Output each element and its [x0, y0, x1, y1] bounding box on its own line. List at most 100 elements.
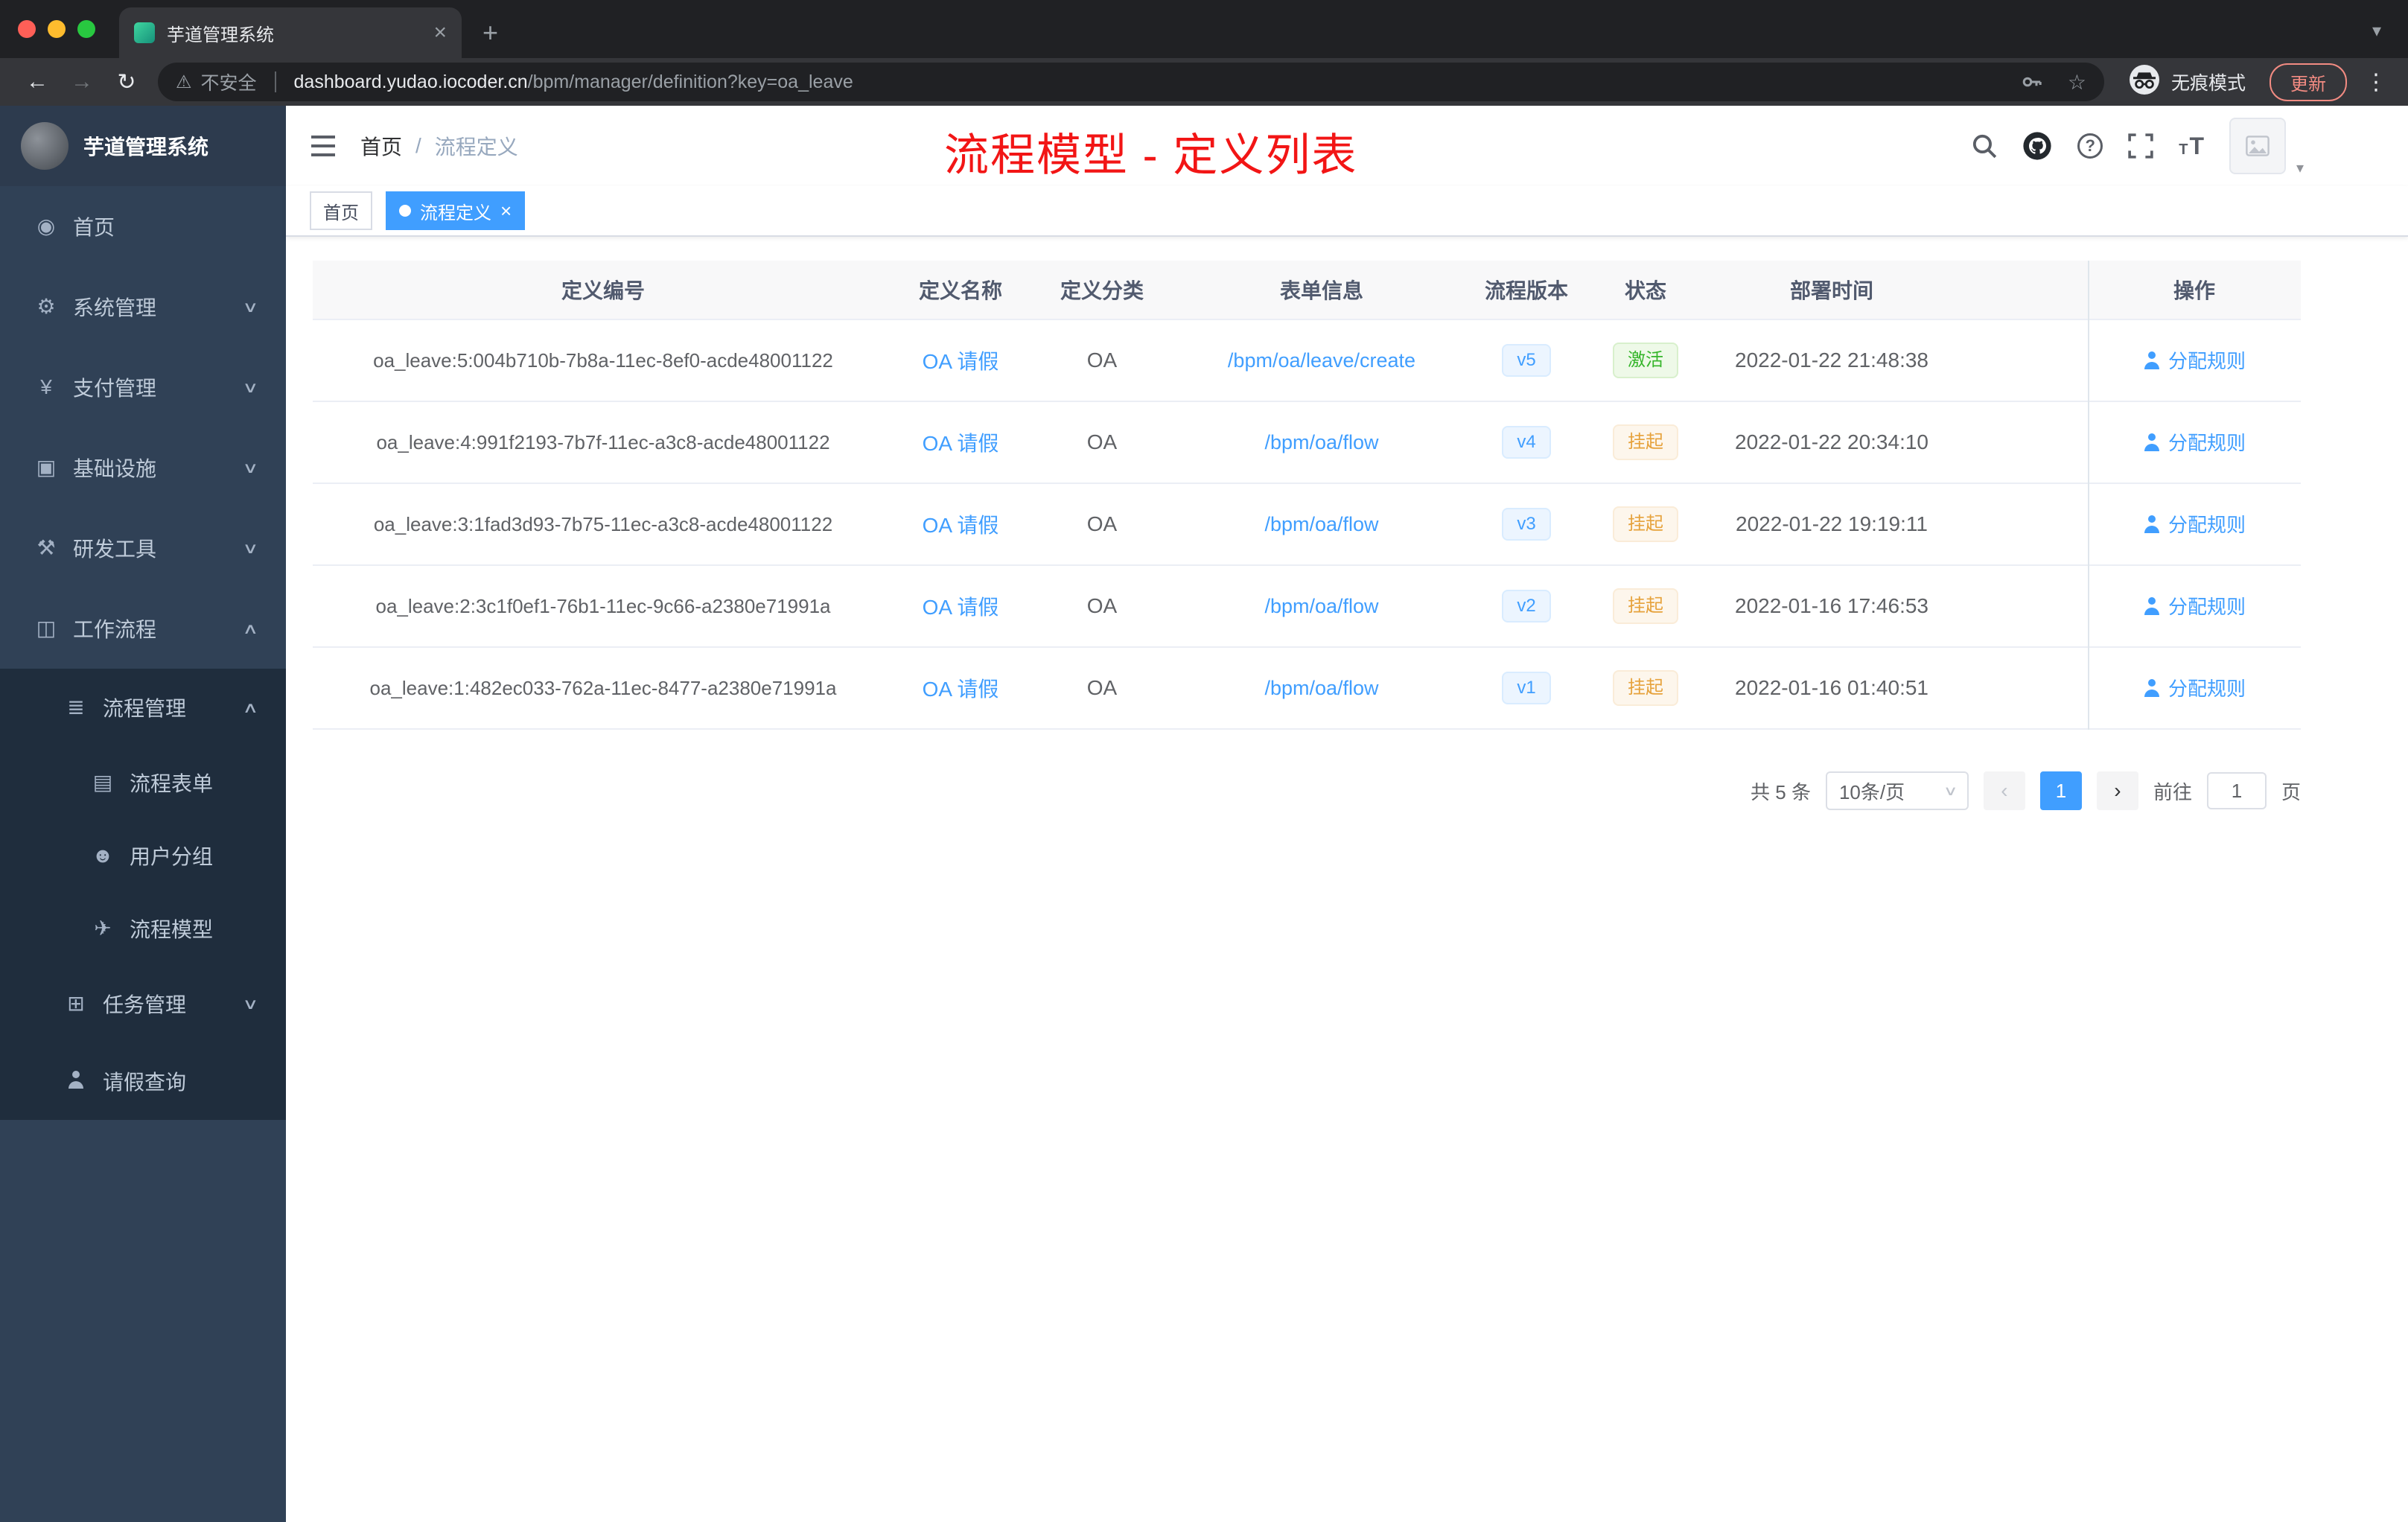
browser-tab[interactable]: 芋道管理系统 ×: [119, 7, 462, 58]
form-link[interactable]: /bpm/oa/flow: [1264, 431, 1378, 453]
assign-rule-link[interactable]: 分配规则: [2143, 592, 2246, 620]
form-link[interactable]: /bpm/oa/flow: [1264, 595, 1378, 617]
definition-name-link[interactable]: OA 请假: [923, 514, 999, 537]
reload-button[interactable]: ↻: [107, 69, 146, 95]
table-row: oa_leave:3:1fad3d93-7b75-11ec-a3c8-acde4…: [313, 484, 2301, 566]
tab-search-caret-icon[interactable]: ▾: [2372, 20, 2381, 42]
breadcrumb-separator: /: [415, 134, 421, 157]
help-icon[interactable]: ?: [2077, 133, 2103, 159]
new-tab-button[interactable]: +: [482, 19, 498, 46]
font-size-icon[interactable]: TT: [2179, 133, 2204, 160]
form-link[interactable]: /bpm/oa/flow: [1264, 677, 1378, 699]
col-definition-name: 定义名称: [918, 279, 1002, 302]
window-zoom-button[interactable]: [77, 20, 95, 38]
page-unit-label: 页: [2281, 780, 2301, 803]
page-size-select[interactable]: 10条/页 ∨: [1825, 771, 1969, 810]
definition-name-link[interactable]: OA 请假: [923, 350, 999, 373]
status-badge: 挂起: [1613, 506, 1678, 542]
page-content: 定义编号 定义名称 定义分类 表单信息 流程版本 状态 部署时间 操作 oa_l…: [286, 237, 2408, 810]
sidebar-item-process-form[interactable]: ▤ 流程表单: [0, 746, 286, 819]
fullscreen-icon[interactable]: [2128, 133, 2153, 159]
deploy-time-cell: 2022-01-22 20:34:10: [1735, 430, 1928, 453]
github-icon[interactable]: [2022, 131, 2052, 161]
update-button[interactable]: 更新: [2270, 63, 2347, 101]
table-header: 定义编号 定义名称 定义分类 表单信息 流程版本 状态 部署时间 操作: [313, 261, 2301, 320]
page-size-value: 10条/页: [1838, 780, 1905, 803]
deploy-time-cell: 2022-01-16 17:46:53: [1735, 594, 1928, 617]
form-icon: ▤: [92, 771, 113, 794]
active-dot: [399, 205, 411, 217]
prev-page-button[interactable]: ‹: [1983, 771, 2025, 810]
browser-menu-icon[interactable]: ⋮: [2365, 69, 2387, 95]
sidebar-item-process-model[interactable]: ✈ 流程模型: [0, 892, 286, 965]
version-badge: v1: [1502, 672, 1551, 704]
chevron-down-icon: ∨: [242, 459, 259, 477]
deploy-time-cell: 2022-01-22 19:19:11: [1736, 512, 1928, 535]
paper-plane-icon: ✈: [94, 917, 112, 940]
avatar[interactable]: ▾: [2229, 118, 2304, 176]
logo-avatar: [21, 122, 69, 170]
page-1-button[interactable]: 1: [2039, 771, 2082, 810]
user-group-icon: ☻: [92, 844, 114, 867]
category-cell: OA: [1086, 594, 1118, 617]
assign-rule-link[interactable]: 分配规则: [2143, 674, 2246, 701]
chevron-down-icon: ∨: [242, 540, 259, 557]
sidebar: 芋道管理系统 ◉ 首页 ⚙ 系统管理 ∨ ¥ 支付管理 ∨ ▣ 基础设施 ∨ ⚒…: [0, 106, 286, 1522]
col-action: 操作: [2173, 279, 2215, 302]
sidebar-item-task-management[interactable]: ⊞ 任务管理 ∨: [0, 965, 286, 1042]
category-cell: OA: [1086, 430, 1118, 453]
definition-id-cell: oa_leave:2:3c1f0ef1-76b1-11ec-9c66-a2380…: [375, 594, 831, 617]
sidebar-item-label: 基础设施: [73, 457, 157, 480]
app-logo[interactable]: 芋道管理系统: [0, 106, 286, 186]
sidebar-item-label: 支付管理: [73, 377, 157, 400]
table-row: oa_leave:1:482ec033-762a-11ec-8477-a2380…: [313, 648, 2301, 730]
sidebar-item-label: 研发工具: [73, 538, 157, 561]
definition-name-link[interactable]: OA 请假: [923, 432, 999, 455]
bookmark-star-icon[interactable]: ☆: [2068, 70, 2086, 95]
sidebar-item-system-management[interactable]: ⚙ 系统管理 ∨: [0, 267, 286, 347]
assign-rule-link[interactable]: 分配规则: [2143, 346, 2246, 374]
breadcrumb-home-link[interactable]: 首页: [360, 131, 402, 161]
status-badge: 挂起: [1613, 670, 1678, 706]
workflow-icon: ◫: [36, 617, 57, 640]
sidebar-item-workflow[interactable]: ◫ 工作流程 ∧: [0, 588, 286, 669]
sidebar-item-home[interactable]: ◉ 首页: [0, 186, 286, 267]
password-key-icon[interactable]: [2020, 70, 2044, 94]
version-badge: v4: [1502, 426, 1551, 459]
goto-page-input[interactable]: [2206, 772, 2267, 809]
tab-close-icon[interactable]: ×: [433, 22, 447, 44]
hamburger-icon[interactable]: [310, 135, 337, 157]
tag-label: 流程定义: [420, 203, 491, 223]
form-link[interactable]: /bpm/oa/flow: [1264, 513, 1378, 535]
tag-process-definition[interactable]: 流程定义 ×: [386, 191, 526, 230]
sidebar-item-process-management[interactable]: ≣ 流程管理 ∧: [0, 669, 286, 746]
back-button[interactable]: ←: [18, 69, 57, 95]
user-icon: [2143, 515, 2161, 533]
assign-rule-link[interactable]: 分配规则: [2143, 428, 2246, 456]
form-link[interactable]: /bpm/oa/leave/create: [1228, 349, 1415, 372]
definition-name-link[interactable]: OA 请假: [923, 678, 999, 701]
tag-home[interactable]: 首页: [310, 191, 372, 230]
definition-name-link[interactable]: OA 请假: [923, 596, 999, 619]
infrastructure-icon: ▣: [36, 456, 57, 479]
sidebar-item-payment-management[interactable]: ¥ 支付管理 ∨: [0, 347, 286, 427]
sidebar-item-dev-tools[interactable]: ⚒ 研发工具 ∨: [0, 508, 286, 588]
col-deploy-time: 部署时间: [1789, 279, 1873, 302]
sidebar-item-user-group[interactable]: ☻ 用户分组: [0, 819, 286, 892]
assign-rule-link[interactable]: 分配规则: [2143, 510, 2246, 538]
table-row: oa_leave:4:991f2193-7b7f-11ec-a3c8-acde4…: [313, 402, 2301, 484]
sidebar-item-leave-query[interactable]: 请假查询: [0, 1042, 286, 1120]
chevron-down-icon: ∨: [242, 379, 259, 396]
category-cell: OA: [1086, 512, 1118, 535]
sidebar-item-label: 流程表单: [130, 772, 214, 795]
forward-button[interactable]: →: [63, 69, 101, 95]
window-minimize-button[interactable]: [48, 20, 66, 38]
search-icon[interactable]: [1972, 133, 1997, 159]
sidebar-item-infrastructure[interactable]: ▣ 基础设施 ∨: [0, 427, 286, 508]
app-root: 芋道管理系统 ◉ 首页 ⚙ 系统管理 ∨ ¥ 支付管理 ∨ ▣ 基础设施 ∨ ⚒…: [0, 106, 2408, 1522]
window-close-button[interactable]: [18, 20, 36, 38]
tag-close-icon[interactable]: ×: [500, 201, 512, 220]
goto-label: 前往: [2153, 780, 2192, 803]
address-bar[interactable]: ⚠ 不安全 dashboard.yudao.iocoder.cn/bpm/man…: [158, 63, 2104, 101]
next-page-button[interactable]: ›: [2096, 771, 2138, 810]
